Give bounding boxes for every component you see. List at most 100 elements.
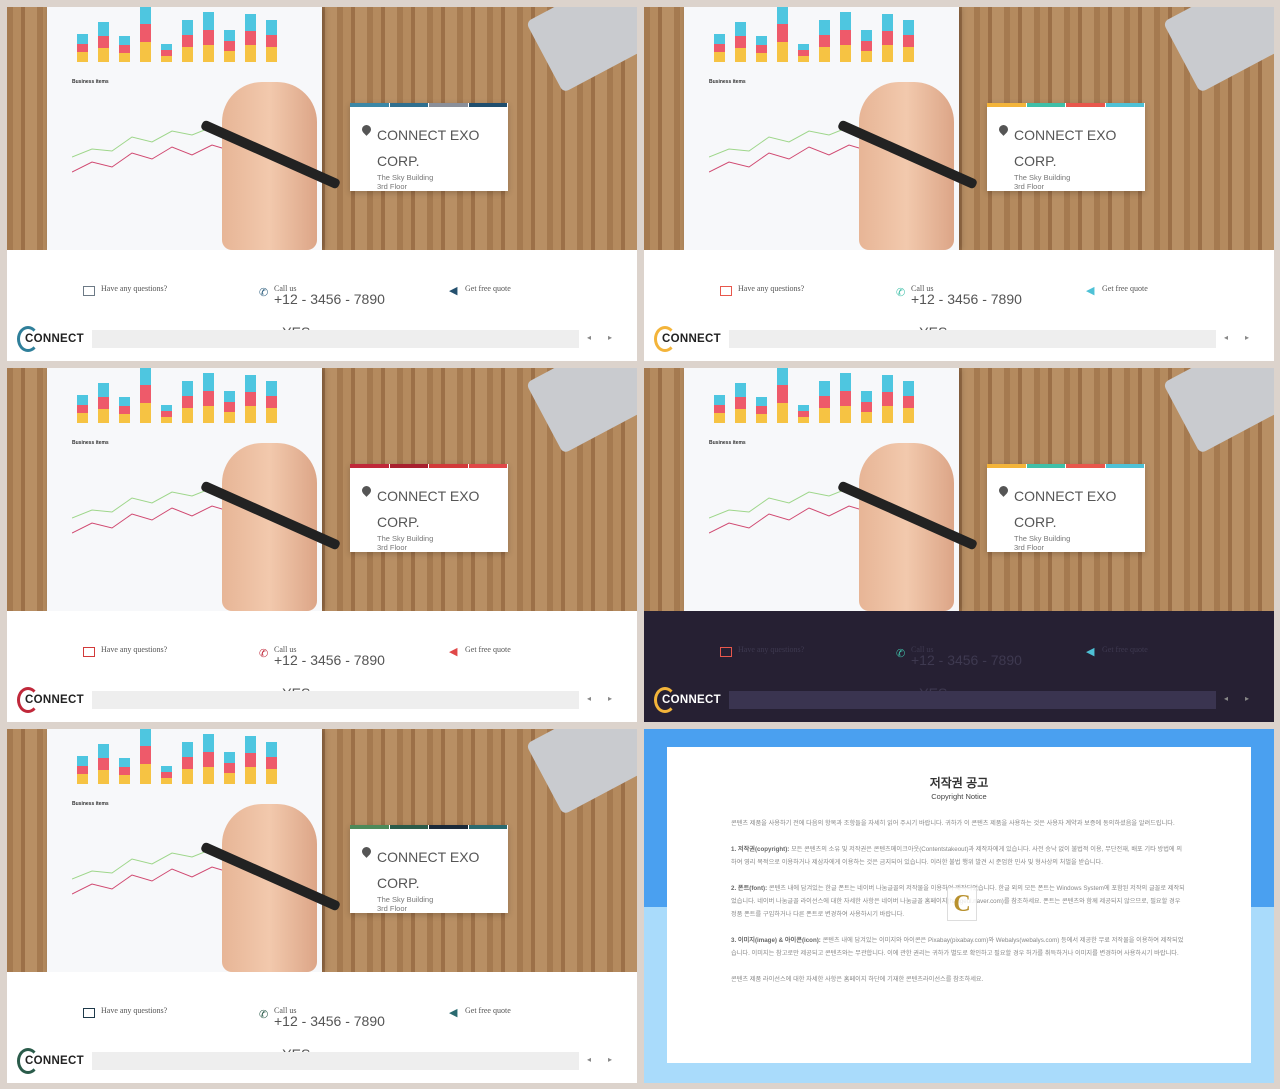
next-arrow-icon[interactable]: ▸ [1245,333,1249,342]
phone-number: +12 - 3456 - 7890 [911,652,1022,668]
chart-bar [224,30,235,62]
free-quote-link[interactable]: Get free quote [1102,284,1148,293]
address-card: CONNECT EXO CORP. The Sky Building 3rd F… [350,825,508,913]
prev-arrow-icon[interactable]: ◂ [587,694,591,703]
questions-label[interactable]: Have any questions? [101,645,167,654]
free-quote-link[interactable]: Get free quote [465,645,511,654]
company-name-line1: CONNECT EXO [377,127,480,143]
address-line1: The Sky Building [377,895,434,904]
chart-bar [798,405,809,423]
color-stripe [429,825,468,829]
company-name-line2: CORP. [1014,153,1057,169]
map-pin-icon [360,484,373,497]
address-line2: 3rd Floor [377,182,408,191]
address-line2: 3rd Floor [1014,182,1045,191]
card-color-stripes [350,464,508,468]
logo-text: CONNECT [662,694,721,706]
slide-thumbnail[interactable]: Business items CONNECT EXO CORP. The Sky… [7,368,637,722]
phone-number: +12 - 3456 - 7890 [274,1013,385,1029]
company-name-line2: CORP. [377,875,420,891]
phone-icon: ✆ [259,648,269,660]
bar-chart-illustration [714,7,934,62]
envelope-icon [720,647,732,657]
megaphone-icon: ◀ [449,285,458,297]
next-arrow-icon[interactable]: ▸ [1245,694,1249,703]
copyright-subtitle: Copyright Notice [931,792,987,801]
chart-bar [819,381,830,423]
megaphone-icon: ◀ [1086,646,1095,658]
paper-label: Business items [709,440,746,446]
color-stripe [1066,464,1105,468]
free-quote-link[interactable]: Get free quote [465,284,511,293]
card-color-stripes [350,103,508,107]
color-stripe [1026,464,1065,468]
contact-footer: Have any questions? ✆ Call us +12 - 3456… [7,611,637,722]
address-line1: The Sky Building [1014,534,1071,543]
questions-label[interactable]: Have any questions? [738,645,804,654]
questions-label[interactable]: Have any questions? [101,1006,167,1015]
phone-number: +12 - 3456 - 7890 [274,652,385,668]
card-color-stripes [350,825,508,829]
chart-bar [77,34,88,62]
bar-chart-illustration [714,368,934,423]
chart-bar [98,22,109,62]
horizontal-scrollbar[interactable] [92,330,579,348]
slide-thumbnail[interactable]: Business items CONNECT EXO CORP. The Sky… [7,729,637,1083]
hero-photo: Business items CONNECT EXO CORP. The Sky… [644,7,1274,250]
chart-bar [98,744,109,784]
color-stripe [350,825,389,829]
phone-number: +12 - 3456 - 7890 [911,291,1022,307]
address-line1: The Sky Building [377,534,434,543]
copyright-sheet: 저작권 공고 Copyright Notice 콘텐츠 제품을 사용하기 전에 … [667,747,1251,1063]
connect-logo: CONNECT [17,1048,84,1074]
chart-bar [266,381,277,423]
address-card: CONNECT EXO CORP. The Sky Building 3rd F… [350,103,508,191]
phone-icon: ✆ [896,287,906,299]
chart-bar [735,383,746,423]
color-stripe [1105,103,1144,107]
chart-bar [140,729,151,784]
laptop-image [1162,7,1274,93]
paper-label: Business items [72,440,109,446]
contact-footer: Have any questions? ✆ Call us +12 - 3456… [644,250,1274,361]
chart-bar [140,368,151,423]
logo-text: CONNECT [662,333,721,345]
free-quote-link[interactable]: Get free quote [1102,645,1148,654]
prev-arrow-icon[interactable]: ◂ [1224,694,1228,703]
horizontal-scrollbar[interactable] [729,691,1216,709]
chart-bar [903,381,914,423]
questions-label[interactable]: Have any questions? [101,284,167,293]
prev-arrow-icon[interactable]: ◂ [1224,333,1228,342]
prev-arrow-icon[interactable]: ◂ [587,1055,591,1064]
bar-chart-illustration [77,368,297,423]
next-arrow-icon[interactable]: ▸ [608,333,612,342]
chart-bar [140,7,151,62]
laptop-image [525,7,637,93]
slide-thumbnail[interactable]: Business items CONNECT EXO CORP. The Sky… [644,7,1274,361]
slide-thumbnail[interactable]: Business items CONNECT EXO CORP. The Sky… [7,7,637,361]
color-stripe [1105,464,1144,468]
next-arrow-icon[interactable]: ▸ [608,694,612,703]
slide-thumbnail[interactable]: Business items CONNECT EXO CORP. The Sky… [644,368,1274,722]
chart-bar [161,766,172,784]
address-card: CONNECT EXO CORP. The Sky Building 3rd F… [350,464,508,552]
chart-bar [840,12,851,62]
prev-arrow-icon[interactable]: ◂ [587,333,591,342]
horizontal-scrollbar[interactable] [92,691,579,709]
chart-bar [714,395,725,423]
company-name-line2: CORP. [377,153,420,169]
horizontal-scrollbar[interactable] [92,1052,579,1070]
chart-bar [119,397,130,423]
copyright-title: 저작권 공고 [929,776,989,790]
chart-bar [903,20,914,62]
chart-bar [266,20,277,62]
map-pin-icon [997,484,1010,497]
questions-label[interactable]: Have any questions? [738,284,804,293]
next-arrow-icon[interactable]: ▸ [608,1055,612,1064]
slide-copyright-notice[interactable]: 저작권 공고 Copyright Notice 콘텐츠 제품을 사용하기 전에 … [644,729,1274,1083]
chart-bar [245,375,256,423]
address-card: CONNECT EXO CORP. The Sky Building 3rd F… [987,103,1145,191]
horizontal-scrollbar[interactable] [729,330,1216,348]
color-stripe [1066,103,1105,107]
free-quote-link[interactable]: Get free quote [465,1006,511,1015]
